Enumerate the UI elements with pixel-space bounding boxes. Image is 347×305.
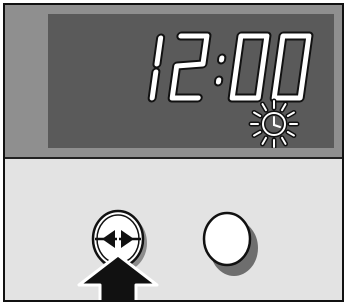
up-arrow-icon bbox=[77, 253, 159, 300]
button-panel bbox=[5, 159, 342, 300]
clock-icon bbox=[248, 98, 300, 148]
time-display bbox=[147, 31, 314, 148]
second-button[interactable] bbox=[202, 211, 258, 276]
lcd-display: 12:00 bbox=[48, 14, 334, 148]
display-panel: 12:00 bbox=[5, 5, 342, 159]
buttons-area bbox=[77, 209, 258, 300]
device-front-panel: 12:00 bbox=[3, 3, 344, 302]
